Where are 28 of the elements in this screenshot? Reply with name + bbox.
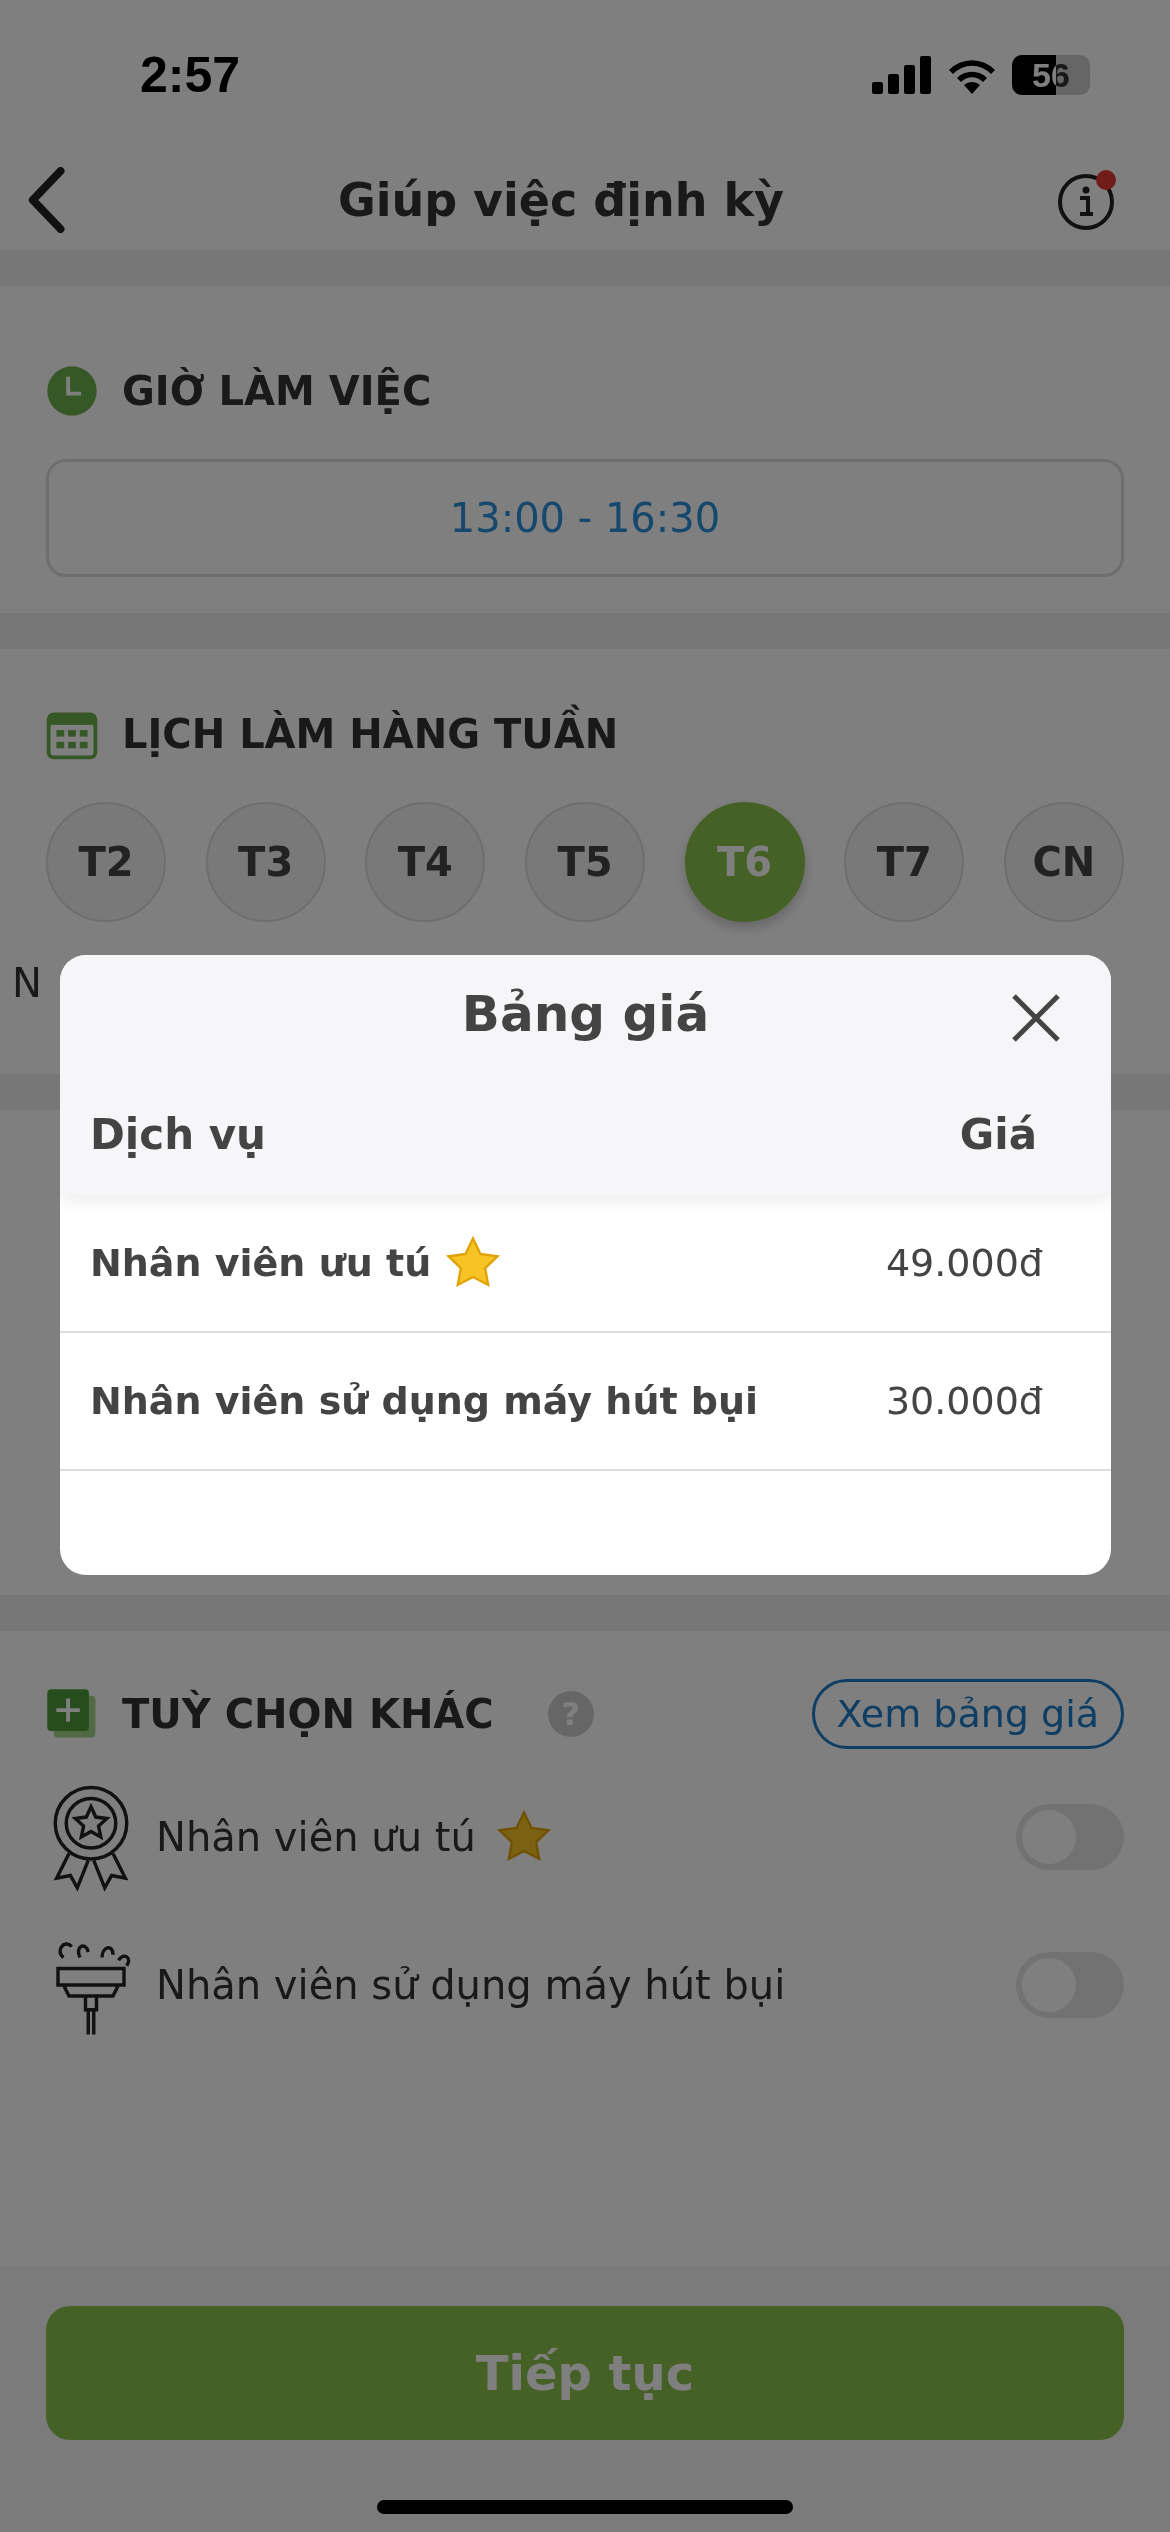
dialog-title: Bảng giá xyxy=(461,985,710,1043)
signal-icon xyxy=(872,56,932,94)
weekday-button[interactable]: T2 xyxy=(46,802,166,922)
clock-icon xyxy=(46,365,98,417)
weekday-button[interactable]: T4 xyxy=(365,802,486,922)
status-time: 2:57 xyxy=(140,46,241,104)
section-title: GIỜ LÀM VIỆC xyxy=(122,366,432,416)
column-header: Giá xyxy=(959,1110,1037,1159)
service-price: 49.000đ xyxy=(885,1241,1043,1285)
column-header: Dịch vụ xyxy=(90,1110,266,1159)
weekday-button[interactable]: CN xyxy=(1003,802,1124,922)
option-label: Nhân viên ưu tú xyxy=(156,1814,476,1860)
service-price: 30.000đ xyxy=(885,1379,1043,1423)
add-icon xyxy=(46,1688,98,1740)
time-field[interactable]: 13:00 - 16:30 xyxy=(46,459,1124,577)
service-name: Nhân viên ưu tú xyxy=(90,1241,432,1285)
back-icon[interactable] xyxy=(26,167,66,233)
screen-title: Giúp việc định kỳ xyxy=(337,173,785,227)
service-name: Nhân viên sử dụng máy hút bụi xyxy=(90,1379,759,1423)
price-list-button[interactable]: Xem bảng giá xyxy=(811,1679,1124,1749)
section-title: TUỲ CHỌN KHÁC xyxy=(122,1688,494,1739)
option-label: Nhân viên sử dụng máy hút bụi xyxy=(156,1962,786,2008)
weekday-button[interactable]: T5 xyxy=(524,802,645,922)
close-icon[interactable] xyxy=(1011,993,1061,1043)
schedule-note: N xyxy=(12,960,42,1006)
weekday-button[interactable]: T3 xyxy=(205,802,326,922)
weekday-button[interactable]: T7 xyxy=(844,802,965,922)
section-title: LỊCH LÀM HÀNG TUẦN xyxy=(122,704,619,764)
